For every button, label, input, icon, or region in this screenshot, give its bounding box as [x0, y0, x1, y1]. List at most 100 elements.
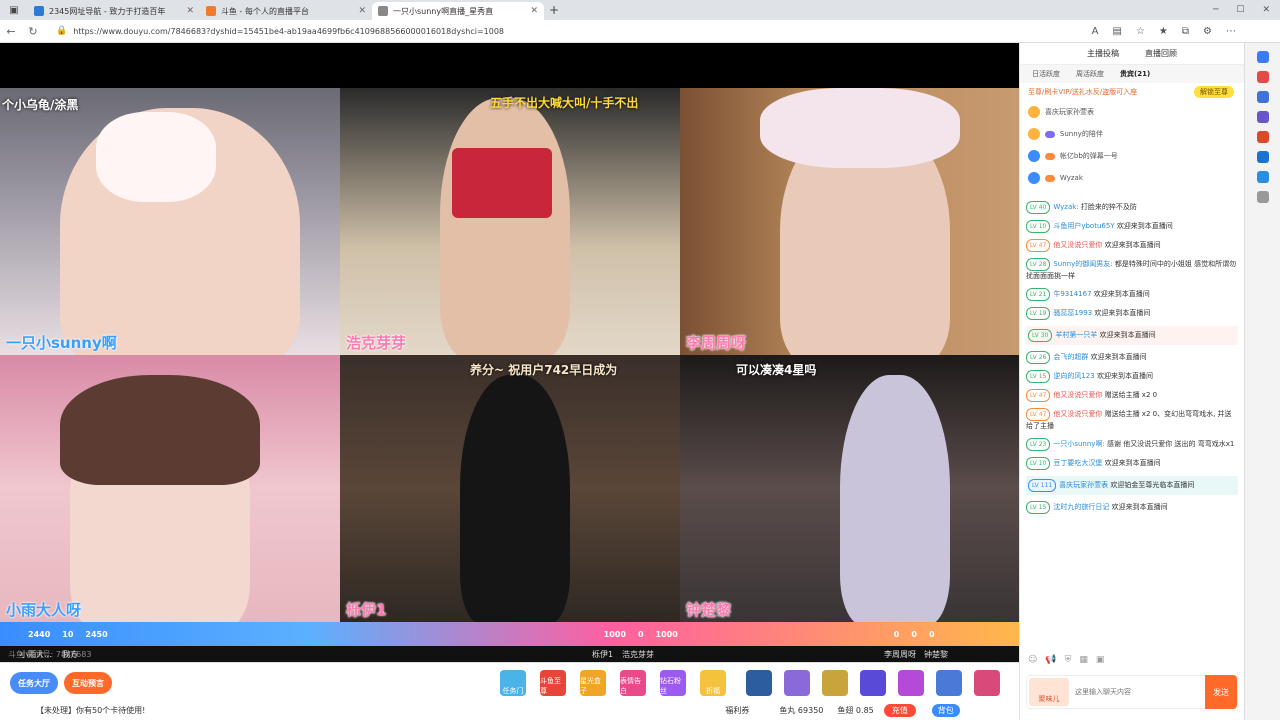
rank-row[interactable]: Wyzak: [1028, 169, 1236, 187]
gift-icon[interactable]: [898, 670, 924, 696]
gift-icon[interactable]: [974, 670, 1000, 696]
shield-icon[interactable]: ⛨: [1065, 655, 1072, 665]
chat-username[interactable]: 会飞的超群: [1053, 353, 1088, 361]
backpack-button[interactable]: 背包: [931, 703, 960, 717]
task-hall-button[interactable]: 任务大厅: [10, 672, 58, 694]
send-button[interactable]: 发送: [1205, 675, 1237, 709]
browser-tab-1[interactable]: 斗鱼 - 每个人的直播平台 ✕: [200, 2, 372, 20]
fan-badge[interactable]: 聚味儿: [1029, 678, 1069, 706]
read-aloud-icon[interactable]: A: [1092, 26, 1099, 37]
chat-username[interactable]: 骚蕊蕊1993: [1053, 309, 1092, 317]
action-row: 任务大厅 互动预言 任务门 斗鱼至尊 星光盒子 表情告白 钻石粉丝 折福: [0, 667, 1019, 699]
favorites-icon[interactable]: ★: [1159, 26, 1168, 37]
chat-username[interactable]: 他又没说只爱你: [1053, 410, 1102, 418]
settings-icon[interactable]: ▣: [1096, 655, 1105, 665]
chat-username[interactable]: 豆丁要吃大汉堡: [1053, 459, 1102, 467]
window-menu-icon[interactable]: ▣: [0, 0, 28, 20]
tab-favicon-icon: [206, 6, 216, 16]
stream-cell-6[interactable]: 可以凑凑4星吗 钟楚黎: [680, 355, 1019, 622]
browser-tab-bar: ▣ 2345网址导航 - 致力于打造百年 ✕ 斗鱼 - 每个人的直播平台 ✕ 一…: [0, 0, 1280, 20]
tab-daily-activity[interactable]: 日活跃度: [1032, 69, 1060, 79]
interact-button[interactable]: 互动预言: [64, 672, 112, 694]
browser-tab-0[interactable]: 2345网址导航 - 致力于打造百年 ✕: [28, 2, 200, 20]
rank-row[interactable]: 喜庆玩家孙萱表: [1028, 103, 1236, 121]
more-icon[interactable]: ⋯: [1226, 26, 1236, 37]
gift-item[interactable]: 表情告白: [620, 670, 646, 696]
chat-username[interactable]: 他又没说只爱你: [1053, 391, 1102, 399]
chat-username[interactable]: 牛9314167: [1053, 290, 1091, 298]
tab-weekly-activity[interactable]: 周活跃度: [1076, 69, 1104, 79]
recharge-button[interactable]: 充值: [883, 703, 916, 717]
url-field[interactable]: 🔒 https://www.douyu.com/7846683?dyshid=1…: [56, 23, 936, 40]
tools-icon[interactable]: [1256, 91, 1269, 103]
tab-close-icon[interactable]: ✕: [186, 6, 194, 16]
stream-cell-3[interactable]: 李周周呀: [680, 88, 1019, 355]
chat-text: 欢迎来到本直播间: [1094, 309, 1151, 317]
gift-icon[interactable]: [822, 670, 848, 696]
games-icon[interactable]: [1256, 111, 1269, 123]
user-level-badge: LV 21: [1026, 288, 1051, 301]
gift-icon[interactable]: [784, 670, 810, 696]
chat-username[interactable]: 沈时九的旅行日记: [1053, 503, 1109, 511]
megaphone-icon[interactable]: 📢: [1045, 655, 1056, 665]
chat-username[interactable]: Wyzak:: [1053, 203, 1078, 211]
chat-username[interactable]: 喜庆玩家孙萱表: [1059, 481, 1108, 489]
streamer-submission-link[interactable]: 主播投稿: [1087, 48, 1119, 59]
lock-icon[interactable]: 🔒: [56, 26, 67, 36]
tab-audio-icon[interactable]: [378, 6, 388, 16]
gift-icon[interactable]: [746, 670, 772, 696]
tab-vip[interactable]: 贵宾(21): [1120, 69, 1150, 79]
tab-close-icon[interactable]: ✕: [530, 6, 538, 16]
tab-close-icon[interactable]: ✕: [358, 6, 366, 16]
gift-item[interactable]: 任务门: [500, 670, 526, 696]
user-level-badge: LV 23: [1026, 438, 1051, 451]
gift-item[interactable]: 钻石粉丝: [660, 670, 686, 696]
refresh-icon[interactable]: ↻: [22, 25, 44, 38]
add-icon[interactable]: [1256, 191, 1269, 203]
gift-item[interactable]: 斗鱼至尊: [540, 670, 566, 696]
rank-row[interactable]: 帐亿bb的弹幕一号: [1028, 147, 1236, 165]
minimize-icon[interactable]: ─: [1213, 5, 1218, 15]
rank-user: Sunny的陪伴: [1059, 130, 1103, 138]
stream-cell-5[interactable]: 养分~ 祝用户742早日成为 栎伊1: [340, 355, 680, 622]
emoji-icon[interactable]: ☺: [1028, 655, 1037, 665]
chat-username[interactable]: Sunny的御闺男友:: [1053, 260, 1112, 268]
stream-cell-1[interactable]: 个小乌龟/涂黑 一只小sunny啊: [0, 88, 340, 355]
search-icon[interactable]: [1256, 51, 1269, 63]
replay-link[interactable]: 直播回顾: [1145, 48, 1177, 59]
gift-item[interactable]: 折福: [700, 670, 726, 696]
chat-username[interactable]: 一只小sunny啊:: [1053, 440, 1104, 448]
new-tab-button[interactable]: +: [544, 3, 564, 17]
fish-wings-text: 鱼翅 0.85: [837, 705, 874, 715]
welfare-text[interactable]: 福利券: [725, 705, 749, 716]
chat-username[interactable]: 他又没说只爱你: [1053, 241, 1102, 249]
collections-icon[interactable]: ⧉: [1182, 26, 1189, 37]
unlock-vip-button[interactable]: 解锁至尊: [1194, 86, 1234, 98]
rank-row[interactable]: Sunny的陪伴: [1028, 125, 1236, 143]
chat-text: 欢迎来到本直播间: [1104, 459, 1161, 467]
maximize-icon[interactable]: ☐: [1236, 5, 1244, 15]
extensions-icon[interactable]: ⚙: [1203, 26, 1212, 37]
gift-item[interactable]: 星光盒子: [580, 670, 606, 696]
favorite-star-icon[interactable]: ☆: [1136, 26, 1145, 37]
stream-cell-2[interactable]: 五手不出大喊大叫/十手不出 浩克芽芽: [340, 88, 680, 355]
stream-cell-4[interactable]: 小雨大人呀: [0, 355, 340, 622]
chat-username[interactable]: 羊村第一只羊: [1055, 331, 1097, 339]
vip-rank-list: 喜庆玩家孙萱表 Sunny的陪伴 帐亿bb的弹幕一号 Wyzak: [1020, 101, 1244, 197]
outlook-icon[interactable]: [1256, 151, 1269, 163]
chat-input[interactable]: [1069, 679, 1205, 705]
chat-username[interactable]: 斗鱼用户ybotu65Y: [1053, 222, 1114, 230]
office-icon[interactable]: [1256, 131, 1269, 143]
browser-sidebar: [1244, 43, 1280, 720]
gift-icon[interactable]: [936, 670, 962, 696]
gift-icon[interactable]: [860, 670, 886, 696]
close-window-icon[interactable]: ✕: [1262, 5, 1270, 15]
shopping-icon[interactable]: [1256, 71, 1269, 83]
back-icon[interactable]: ←: [0, 25, 22, 38]
chat-username[interactable]: 逆向的风123: [1053, 372, 1094, 380]
browser-tab-2[interactable]: 一只小sunny啊直播_星秀直 ✕: [372, 2, 544, 20]
drop-icon[interactable]: [1256, 171, 1269, 183]
notice-text[interactable]: 【未处理】你有50个卡待使用!: [36, 705, 145, 716]
grid-icon[interactable]: ▦: [1079, 655, 1088, 665]
reader-icon[interactable]: ▤: [1113, 26, 1122, 37]
